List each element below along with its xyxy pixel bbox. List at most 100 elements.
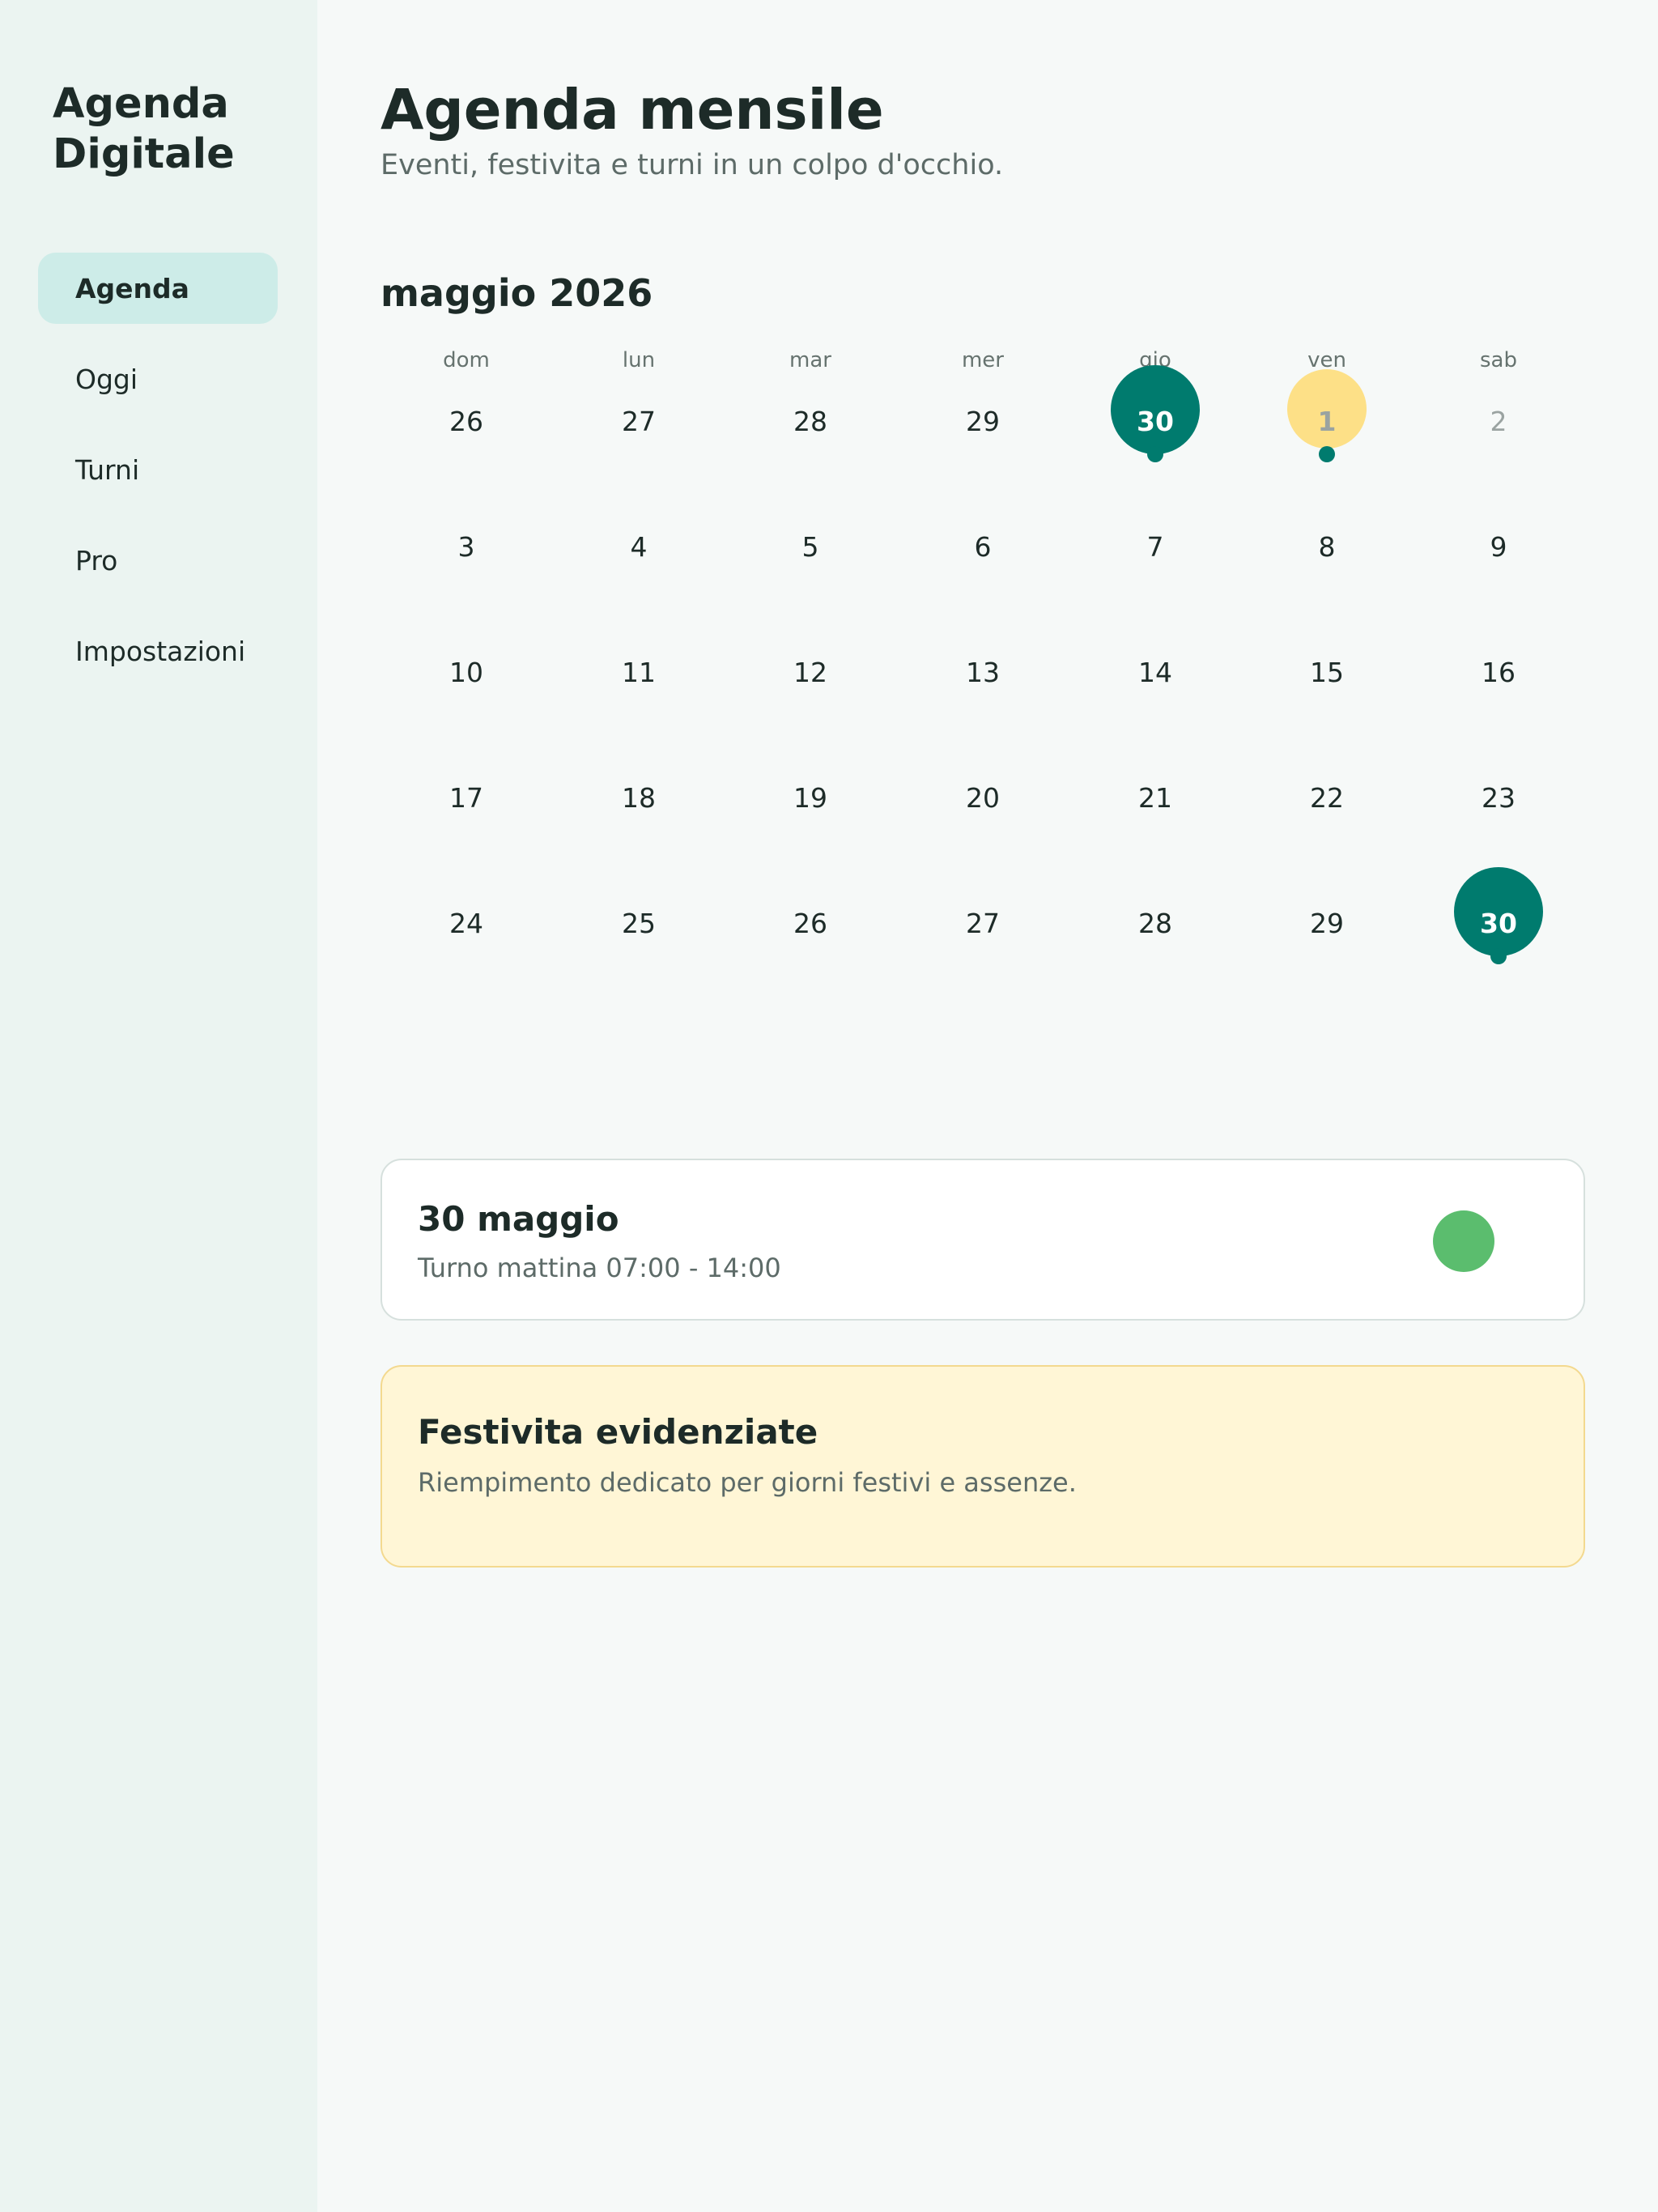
calendar-day[interactable]: 17 [418,749,515,846]
sidebar-item-turni[interactable]: Turni [38,434,278,505]
calendar-day-number: 6 [974,530,992,563]
calendar-day[interactable]: 27 [590,372,687,470]
calendar-day[interactable]: 20 [934,749,1031,846]
calendar-day[interactable]: 30 [1450,867,1547,972]
calendar-day[interactable]: 29 [1278,874,1375,972]
calendar-day[interactable]: 16 [1450,623,1547,721]
calendar-day[interactable]: 29 [934,372,1031,470]
calendar-day[interactable]: 28 [1107,874,1204,972]
calendar-day[interactable]: 25 [590,874,687,972]
calendar-day[interactable]: 11 [590,623,687,721]
calendar-day-number: 29 [966,405,1000,437]
holiday-info-description: Riempimento dedicato per giorni festivi … [418,1467,1077,1498]
sidebar-item-label: Oggi [75,363,138,395]
weekday-mer: mer [961,348,1004,372]
calendar-day-number: 29 [1310,907,1344,939]
sidebar-item-label: Pro [75,544,118,576]
calendar-day[interactable]: 26 [762,874,859,972]
calendar-day-number: 1 [1317,405,1337,437]
calendar-day-number: 11 [622,656,656,688]
calendar-day[interactable]: 3 [418,498,515,595]
calendar-month-label: maggio 2026 [380,271,653,315]
sidebar: Agenda Digitale Agenda Oggi Turni Pro Im… [0,0,317,2212]
weekday-mar: mar [789,348,831,372]
calendar-day[interactable]: 24 [418,874,515,972]
calendar-day[interactable]: 28 [762,372,859,470]
sidebar-item-label: Turni [75,453,140,486]
calendar-day[interactable]: 2 [1450,372,1547,470]
calendar-day-number: 21 [1138,781,1172,814]
calendar-day[interactable]: 15 [1278,623,1375,721]
sidebar-item-label: Agenda [75,272,189,304]
calendar-day[interactable]: 18 [590,749,687,846]
calendar-day-number: 30 [1137,405,1174,437]
calendar-day[interactable]: 14 [1107,623,1204,721]
calendar-day-number: 16 [1482,656,1516,688]
sidebar-item-oggi[interactable]: Oggi [38,343,278,415]
page-subtitle: Eventi, festivita e turni in un colpo d'… [380,149,1004,181]
calendar-day[interactable]: 13 [934,623,1031,721]
holiday-info-title: Festivita evidenziate [418,1412,818,1452]
calendar-day-number: 26 [449,405,483,437]
calendar-day-number: 2 [1490,405,1507,437]
calendar-day[interactable]: 27 [934,874,1031,972]
event-date: 30 maggio [418,1199,619,1239]
calendar-day[interactable]: 1 [1278,369,1375,470]
holiday-info-card: Festivita evidenziate Riempimento dedica… [380,1365,1585,1568]
calendar-day[interactable]: 6 [934,498,1031,595]
calendar-day-number: 18 [622,781,656,814]
calendar-day[interactable]: 12 [762,623,859,721]
calendar-day-number: 10 [449,656,483,688]
calendar-day-number: 8 [1318,530,1336,563]
sidebar-nav: Agenda Oggi Turni Pro Impostazioni [38,253,278,706]
calendar-day-number: 17 [449,781,483,814]
calendar-day-number: 27 [966,907,1000,939]
calendar-day-number: 27 [622,405,656,437]
calendar-day-number: 4 [630,530,648,563]
calendar-day-number: 20 [966,781,1000,814]
calendar-day[interactable]: 21 [1107,749,1204,846]
event-card[interactable]: 30 maggio Turno mattina 07:00 - 14:00 [380,1159,1585,1321]
calendar-day[interactable]: 9 [1450,498,1547,595]
page-title: Agenda mensile [380,78,884,143]
sidebar-item-agenda[interactable]: Agenda [38,253,278,324]
sidebar-item-label: Impostazioni [75,635,246,667]
weekday-dom: dom [443,348,490,372]
event-color-dot [1433,1210,1494,1272]
event-description: Turno mattina 07:00 - 14:00 [418,1253,781,1283]
event-indicator-dot [1490,948,1507,964]
calendar-day-number: 15 [1310,656,1344,688]
calendar-day-number: 26 [793,907,827,939]
calendar-day-number: 19 [793,781,827,814]
calendar-day[interactable]: 22 [1278,749,1375,846]
weekday-sab: sab [1480,348,1517,372]
event-indicator-dot [1319,446,1335,462]
calendar-day[interactable]: 8 [1278,498,1375,595]
calendar-day-number: 5 [801,530,819,563]
event-indicator-dot [1147,446,1163,462]
calendar-day-number: 25 [622,907,656,939]
sidebar-item-pro[interactable]: Pro [38,525,278,596]
calendar-day-number: 24 [449,907,483,939]
calendar-day-number: 28 [793,405,827,437]
calendar-day[interactable]: 19 [762,749,859,846]
calendar-day[interactable]: 4 [590,498,687,595]
calendar-day-number: 3 [457,530,475,563]
calendar-day-number: 9 [1490,530,1507,563]
app-brand: Agenda Digitale [53,80,235,178]
weekday-lun: lun [622,348,656,372]
calendar-day-number: 28 [1138,907,1172,939]
sidebar-item-impostazioni[interactable]: Impostazioni [38,615,278,687]
calendar-day-number: 14 [1138,656,1172,688]
calendar-day-number: 13 [966,656,1000,688]
calendar-day-number: 22 [1310,781,1344,814]
calendar-day[interactable]: 30 [1107,365,1204,470]
calendar-day[interactable]: 26 [418,372,515,470]
calendar-day[interactable]: 23 [1450,749,1547,846]
calendar-day-number: 7 [1146,530,1164,563]
calendar-day[interactable]: 5 [762,498,859,595]
calendar-day-number: 30 [1480,907,1517,939]
calendar-day[interactable]: 10 [418,623,515,721]
calendar-day[interactable]: 7 [1107,498,1204,595]
calendar-day-number: 12 [793,656,827,688]
